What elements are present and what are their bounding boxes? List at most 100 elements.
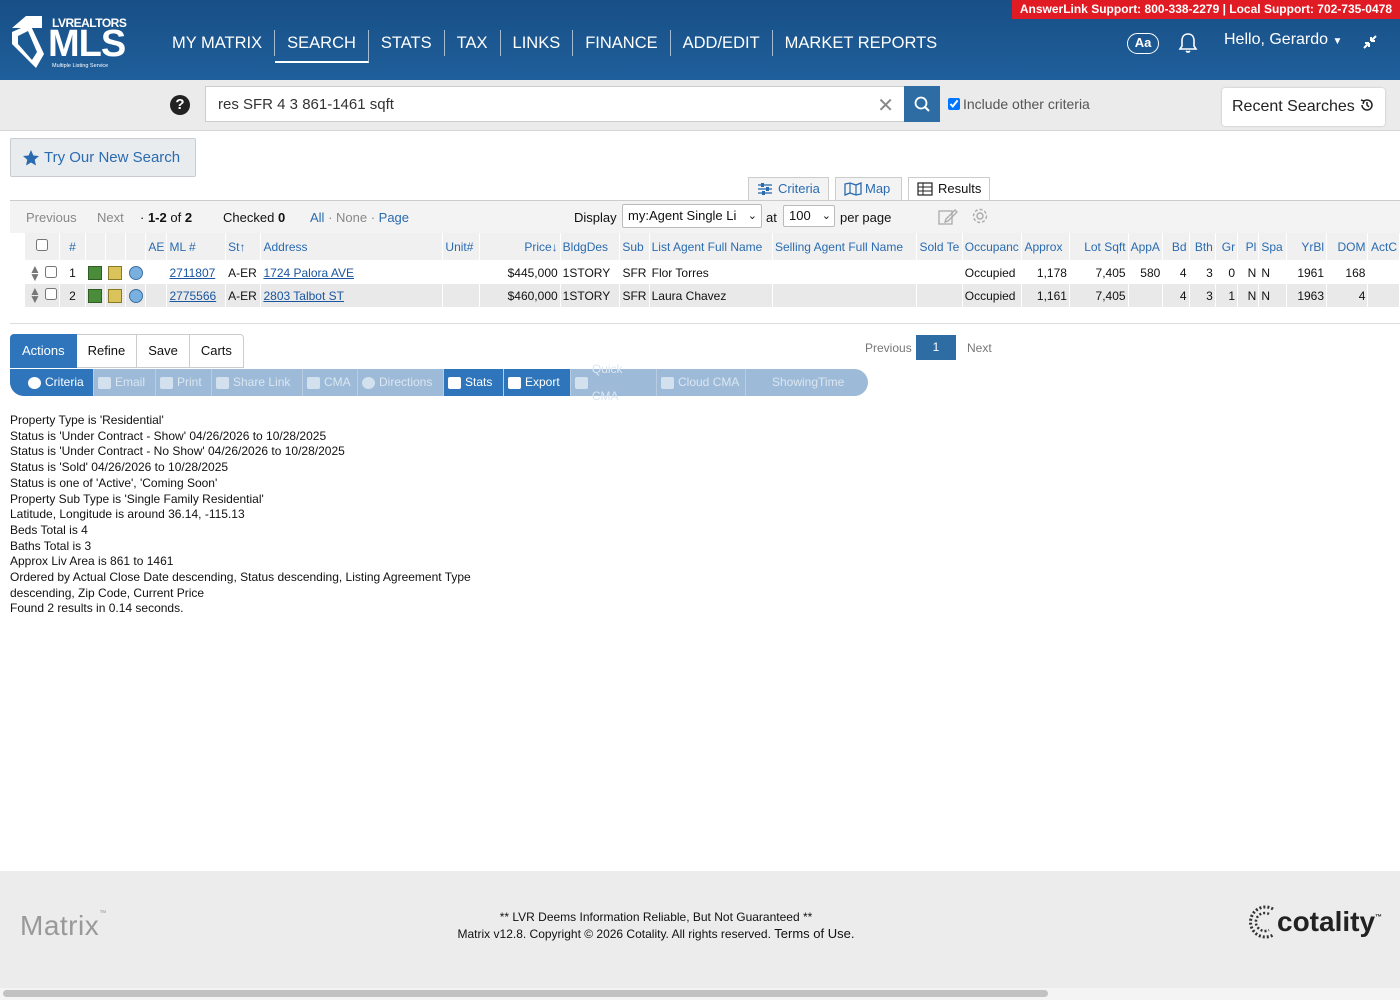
tab-refine[interactable]: Refine [76, 334, 138, 368]
col-occupancy[interactable]: Occupanc [962, 233, 1023, 262]
cma-button[interactable]: CMA [303, 369, 358, 396]
nav-add-edit[interactable]: ADD/EDIT [671, 30, 773, 56]
col-selling-agent[interactable]: Selling Agent Full Name [772, 233, 918, 262]
drag-handle-icon[interactable]: ▲ ▼ [29, 285, 41, 305]
include-other-criteria[interactable]: Include other criteria [948, 96, 1090, 112]
select-all-link[interactable]: All [310, 210, 324, 225]
ml-number-link[interactable]: 2711807 [169, 266, 215, 280]
collapse-icon[interactable] [1362, 34, 1378, 50]
showingtime-button[interactable]: ShowingTime [746, 369, 866, 396]
tab-results[interactable]: Results [908, 177, 990, 201]
col-beds[interactable]: Bd [1162, 233, 1190, 262]
col-pool[interactable]: Pl [1237, 233, 1260, 262]
lvr-mls-logo[interactable]: LVREALTORS MLS Multiple Listing Service [10, 14, 132, 72]
stats-button[interactable]: Stats [444, 369, 504, 396]
search-input[interactable] [218, 87, 858, 121]
row-checkbox[interactable] [45, 265, 58, 278]
scrollbar-thumb[interactable] [3, 990, 1048, 997]
directions-button[interactable]: Directions [358, 369, 444, 396]
col-sold-te[interactable]: Sold Te [916, 233, 963, 262]
history-icon[interactable] [128, 288, 143, 303]
map-pin-icon[interactable] [108, 288, 123, 303]
col-year-built[interactable]: YrBl [1286, 233, 1328, 262]
col-sub[interactable]: Sub [619, 233, 650, 262]
select-none-link[interactable]: None [336, 210, 367, 225]
row-checkbox[interactable] [45, 288, 58, 300]
edit-icon[interactable] [938, 208, 958, 226]
try-new-search-button[interactable]: Try Our New Search [10, 138, 196, 177]
recent-searches-button[interactable]: Recent Searches [1222, 88, 1385, 126]
cloud-cma-button[interactable]: Cloud CMA [657, 369, 746, 396]
status-cell: A-ER [225, 284, 262, 307]
col-address[interactable]: Address [260, 233, 444, 262]
horizontal-scrollbar[interactable] [0, 988, 1400, 1000]
photo-icon[interactable] [88, 288, 103, 303]
pager-page-1[interactable]: 1 [916, 335, 956, 360]
col-number[interactable]: # [59, 233, 86, 262]
clear-icon[interactable]: ✕ [877, 93, 894, 118]
col-approx[interactable]: Approx [1021, 233, 1070, 262]
criteria-button[interactable]: Criteria [10, 369, 94, 396]
col-spa[interactable]: Spa [1258, 233, 1287, 262]
gear-icon[interactable] [971, 207, 989, 225]
col-list-agent[interactable]: List Agent Full Name [649, 233, 773, 262]
col-ml-number[interactable]: ML # [166, 233, 227, 262]
col-status[interactable]: St↑ [225, 233, 262, 262]
ml-number-link[interactable]: 2775566 [169, 289, 216, 303]
font-size-button[interactable]: Aa [1127, 33, 1159, 54]
map-pin-icon[interactable] [108, 266, 123, 281]
quick-cma-button[interactable]: Quick CMA [571, 362, 657, 403]
terms-of-use-link[interactable]: Terms of Use. [774, 926, 854, 941]
nav-tax[interactable]: TAX [445, 30, 501, 56]
col-bldg-des[interactable]: BldgDes [560, 233, 621, 262]
select-page-link[interactable]: Page [379, 210, 409, 225]
photo-icon[interactable] [88, 266, 103, 281]
next-link[interactable]: Next [97, 210, 124, 225]
per-page-value: 100 [789, 208, 811, 223]
col-unit[interactable]: Unit# [442, 233, 480, 262]
print-button[interactable]: Print [156, 369, 212, 396]
help-icon[interactable]: ? [170, 95, 190, 115]
display-select[interactable]: my:Agent Single Li ⌄ [622, 204, 762, 228]
col-baths[interactable]: Bth [1189, 233, 1216, 262]
drag-handle-icon[interactable]: ▲ ▼ [29, 263, 41, 283]
address-link[interactable]: 2803 Talbot ST [263, 289, 344, 303]
pager-next[interactable]: Next [967, 341, 992, 355]
col-actc[interactable]: ActC [1367, 233, 1400, 262]
include-other-checkbox[interactable] [948, 98, 960, 110]
tab-carts[interactable]: Carts [189, 334, 244, 368]
nav-my-matrix[interactable]: MY MATRIX [160, 30, 276, 56]
history-icon[interactable] [128, 266, 143, 281]
share-link-button[interactable]: Share Link [212, 369, 303, 396]
address-link[interactable]: 1724 Palora AVE [263, 266, 354, 280]
user-menu[interactable]: Hello, Gerardo ▼ [1224, 31, 1342, 49]
col-garage[interactable]: Gr [1215, 233, 1239, 262]
cotality-mark-icon [1249, 905, 1274, 939]
row-drag-handle[interactable]: ▲ ▼ [25, 284, 61, 307]
email-button[interactable]: Email [94, 369, 156, 396]
tab-map[interactable]: Map [835, 177, 902, 201]
nav-links[interactable]: LINKS [501, 30, 574, 56]
previous-link[interactable]: Previous [26, 210, 77, 225]
col-ae[interactable]: AE [145, 233, 168, 262]
tab-actions[interactable]: Actions [10, 334, 77, 368]
search-button[interactable] [904, 86, 940, 122]
nav-search[interactable]: SEARCH [275, 30, 369, 63]
col-lot-sqft[interactable]: Lot Sqft [1069, 233, 1129, 262]
nav-stats[interactable]: STATS [369, 30, 445, 56]
export-button[interactable]: Export [504, 369, 571, 396]
row-drag-handle[interactable]: ▲ ▼ [25, 261, 61, 284]
col-price[interactable]: Price↓ [479, 233, 561, 262]
tab-criteria[interactable]: Criteria [748, 177, 829, 201]
col-appa[interactable]: AppA [1128, 233, 1164, 262]
tab-save[interactable]: Save [137, 334, 190, 368]
bell-icon[interactable] [1178, 32, 1198, 54]
select-all-checkbox[interactable] [36, 239, 49, 251]
criteria-line: Latitude, Longitude is around 36.14, -11… [10, 507, 245, 522]
pager-previous[interactable]: Previous [865, 341, 912, 355]
nav-finance[interactable]: FINANCE [573, 30, 671, 56]
nav-market-reports[interactable]: MARKET REPORTS [773, 30, 950, 56]
stats-button-label: Stats [465, 375, 493, 389]
per-page-select[interactable]: 100 ⌄ [783, 205, 835, 227]
col-dom[interactable]: DOM [1326, 233, 1369, 262]
